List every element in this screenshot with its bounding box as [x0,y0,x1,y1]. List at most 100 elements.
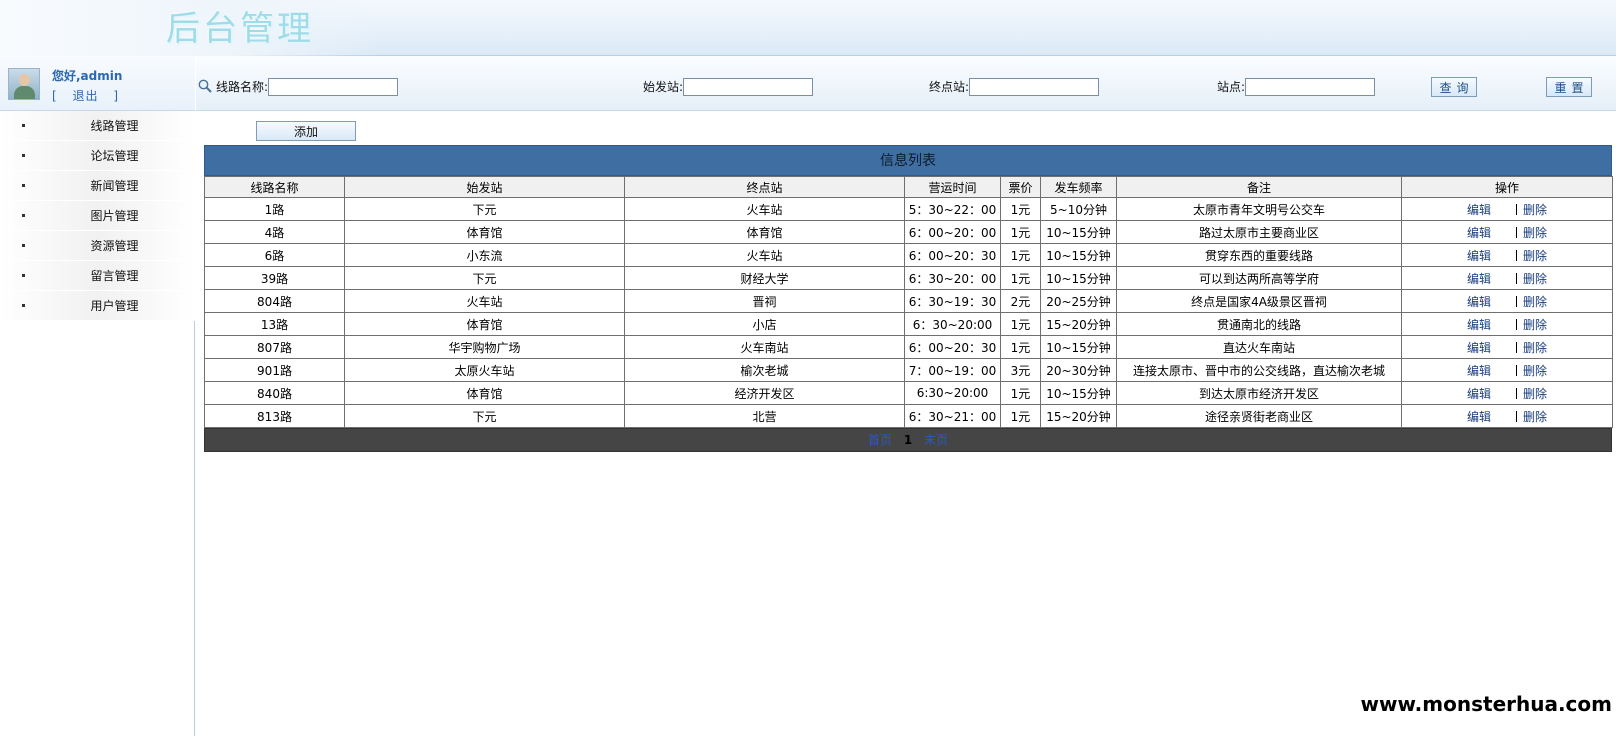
col-header-frequency: 发车频率 [1040,176,1117,198]
cell-hours: 5：30~22：00 [904,197,1001,221]
cell-frequency: 10~15分钟 [1040,220,1117,244]
delete-link[interactable]: 删除 [1523,387,1547,401]
delete-link[interactable]: 删除 [1523,341,1547,355]
sidebar-item-route[interactable]: 线路管理 [0,111,195,141]
cell-fare: 1元 [1000,243,1041,267]
cell-route-name: 39路 [204,266,345,290]
cell-actions: 编辑 删除 [1401,381,1613,405]
delete-link[interactable]: 删除 [1523,410,1547,424]
cell-route-name: 807路 [204,335,345,359]
cell-route-name: 901路 [204,358,345,382]
col-header-start: 始发站 [344,176,625,198]
logout-link[interactable]: 退出 [73,89,99,103]
cell-end: 火车南站 [624,335,905,359]
cell-end: 体育馆 [624,220,905,244]
delete-link[interactable]: 删除 [1523,295,1547,309]
table-row: 901路 太原火车站 榆次老城 7：00~19：00 3元 20~30分钟 连接太原市、晋中… [204,358,1613,382]
col-header-note: 备注 [1116,176,1402,198]
cell-fare: 2元 [1000,289,1041,313]
edit-link[interactable]: 编辑 [1467,318,1491,332]
col-header-fare: 票价 [1000,176,1041,198]
cell-fare: 1元 [1000,404,1041,428]
delete-link[interactable]: 删除 [1523,249,1547,263]
cell-start: 下元 [344,404,625,428]
cell-start: 太原火车站 [344,358,625,382]
cell-end: 财经大学 [624,266,905,290]
table-row: 13路 体育馆 小店 6：30~20:00 1元 15~20分钟 贯通南北的线路 编辑 删除 [204,312,1613,336]
sidebar-item-news[interactable]: 新闻管理 [0,171,195,201]
col-header-end: 终点站 [624,176,905,198]
user-greeting: 您好,admin [52,69,123,83]
cell-frequency: 15~20分钟 [1040,404,1117,428]
edit-link[interactable]: 编辑 [1467,272,1491,286]
cell-fare: 1元 [1000,381,1041,405]
edit-link[interactable]: 编辑 [1467,226,1491,240]
cell-hours: 6：00~20：30 [904,335,1001,359]
delete-link[interactable]: 删除 [1523,226,1547,240]
add-button[interactable]: 添加 [256,121,356,141]
edit-link[interactable]: 编辑 [1467,364,1491,378]
end-station-input[interactable] [969,78,1099,96]
query-button[interactable]: 查询 [1431,77,1477,97]
action-separator [1516,203,1517,215]
cell-route-name: 13路 [204,312,345,336]
table-row: 4路 体育馆 体育馆 6：00~20：00 1元 10~15分钟 路过太原市主要商业区 编辑删… [204,220,1613,244]
edit-link[interactable]: 编辑 [1467,341,1491,355]
edit-link[interactable]: 编辑 [1467,387,1491,401]
sidebar-item-label: 图片管理 [90,209,139,223]
edit-link[interactable]: 编辑 [1467,249,1491,263]
cell-route-name: 840路 [204,381,345,405]
edit-link[interactable]: 编辑 [1467,295,1491,309]
cell-actions: 编辑 删除 [1401,197,1613,221]
col-header-hours: 营运时间 [904,176,1001,198]
cell-hours: 6：30~21：00 [904,404,1001,428]
pager-first-link[interactable]: 首页 [868,433,892,447]
end-station-label: 终点站: [929,80,970,94]
cell-hours: 6：30~20:00 [904,312,1001,336]
cell-actions: 编辑 删除 [1401,404,1613,428]
cell-start: 下元 [344,266,625,290]
cell-end: 火车站 [624,197,905,221]
table-row: 840路 体育馆 经济开发区 6:30~20:00 1元 10~15分钟 到达太原市经济开发… [204,381,1613,405]
delete-link[interactable]: 删除 [1523,318,1547,332]
reset-button[interactable]: 重置 [1546,77,1592,97]
cell-note: 贯通南北的线路 [1116,312,1402,336]
cell-start: 下元 [344,197,625,221]
cell-note: 到达太原市经济开发区 [1116,381,1402,405]
sidebar-item-forum[interactable]: 论坛管理 [0,141,195,171]
cell-frequency: 10~15分钟 [1040,243,1117,267]
sidebar-item-resources[interactable]: 资源管理 [0,231,195,261]
delete-link[interactable]: 删除 [1523,364,1547,378]
delete-link[interactable]: 删除 [1523,203,1547,217]
cell-end: 小店 [624,312,905,336]
cell-start: 火车站 [344,289,625,313]
table-row: 6路 小东流 火车站 6：00~20：30 1元 10~15分钟 贯穿东西的重要线路 编辑 删除 [204,243,1613,267]
start-station-label: 始发站: [643,80,684,94]
col-header-actions: 操作 [1401,176,1613,198]
cell-note: 途径亲贤街老商业区 [1116,404,1402,428]
action-separator [1516,410,1517,422]
search-bar: 线路名称: 始发站: 终点站: 站点: 查询 重置 [196,56,1616,111]
cell-start: 体育馆 [344,312,625,336]
sidebar-item-users[interactable]: 用户管理 [0,291,195,321]
stop-label: 站点: [1217,80,1246,94]
watermark: www.monsterhua.com [1360,692,1612,716]
avatar [8,68,40,100]
stop-input[interactable] [1245,78,1375,96]
cell-frequency: 15~20分钟 [1040,312,1117,336]
sidebar-item-messages[interactable]: 留言管理 [0,261,195,291]
cell-actions: 编辑 删除 [1401,243,1613,267]
edit-link[interactable]: 编辑 [1467,410,1491,424]
cell-actions: 编辑 删除 [1401,266,1613,290]
cell-fare: 1元 [1000,266,1041,290]
delete-link[interactable]: 删除 [1523,272,1547,286]
sidebar-item-images[interactable]: 图片管理 [0,201,195,231]
pager-last-link[interactable]: 末页 [924,433,948,447]
start-station-input[interactable] [683,78,813,96]
edit-link[interactable]: 编辑 [1467,203,1491,217]
table-header-row: 线路名称 始发站 终点站 营运时间 票价 发车频率 备注 操作 [204,176,1613,198]
cell-route-name: 804路 [204,289,345,313]
cell-hours: 6：30~19：30 [904,289,1001,313]
route-name-input[interactable] [268,78,398,96]
action-separator [1516,318,1517,330]
